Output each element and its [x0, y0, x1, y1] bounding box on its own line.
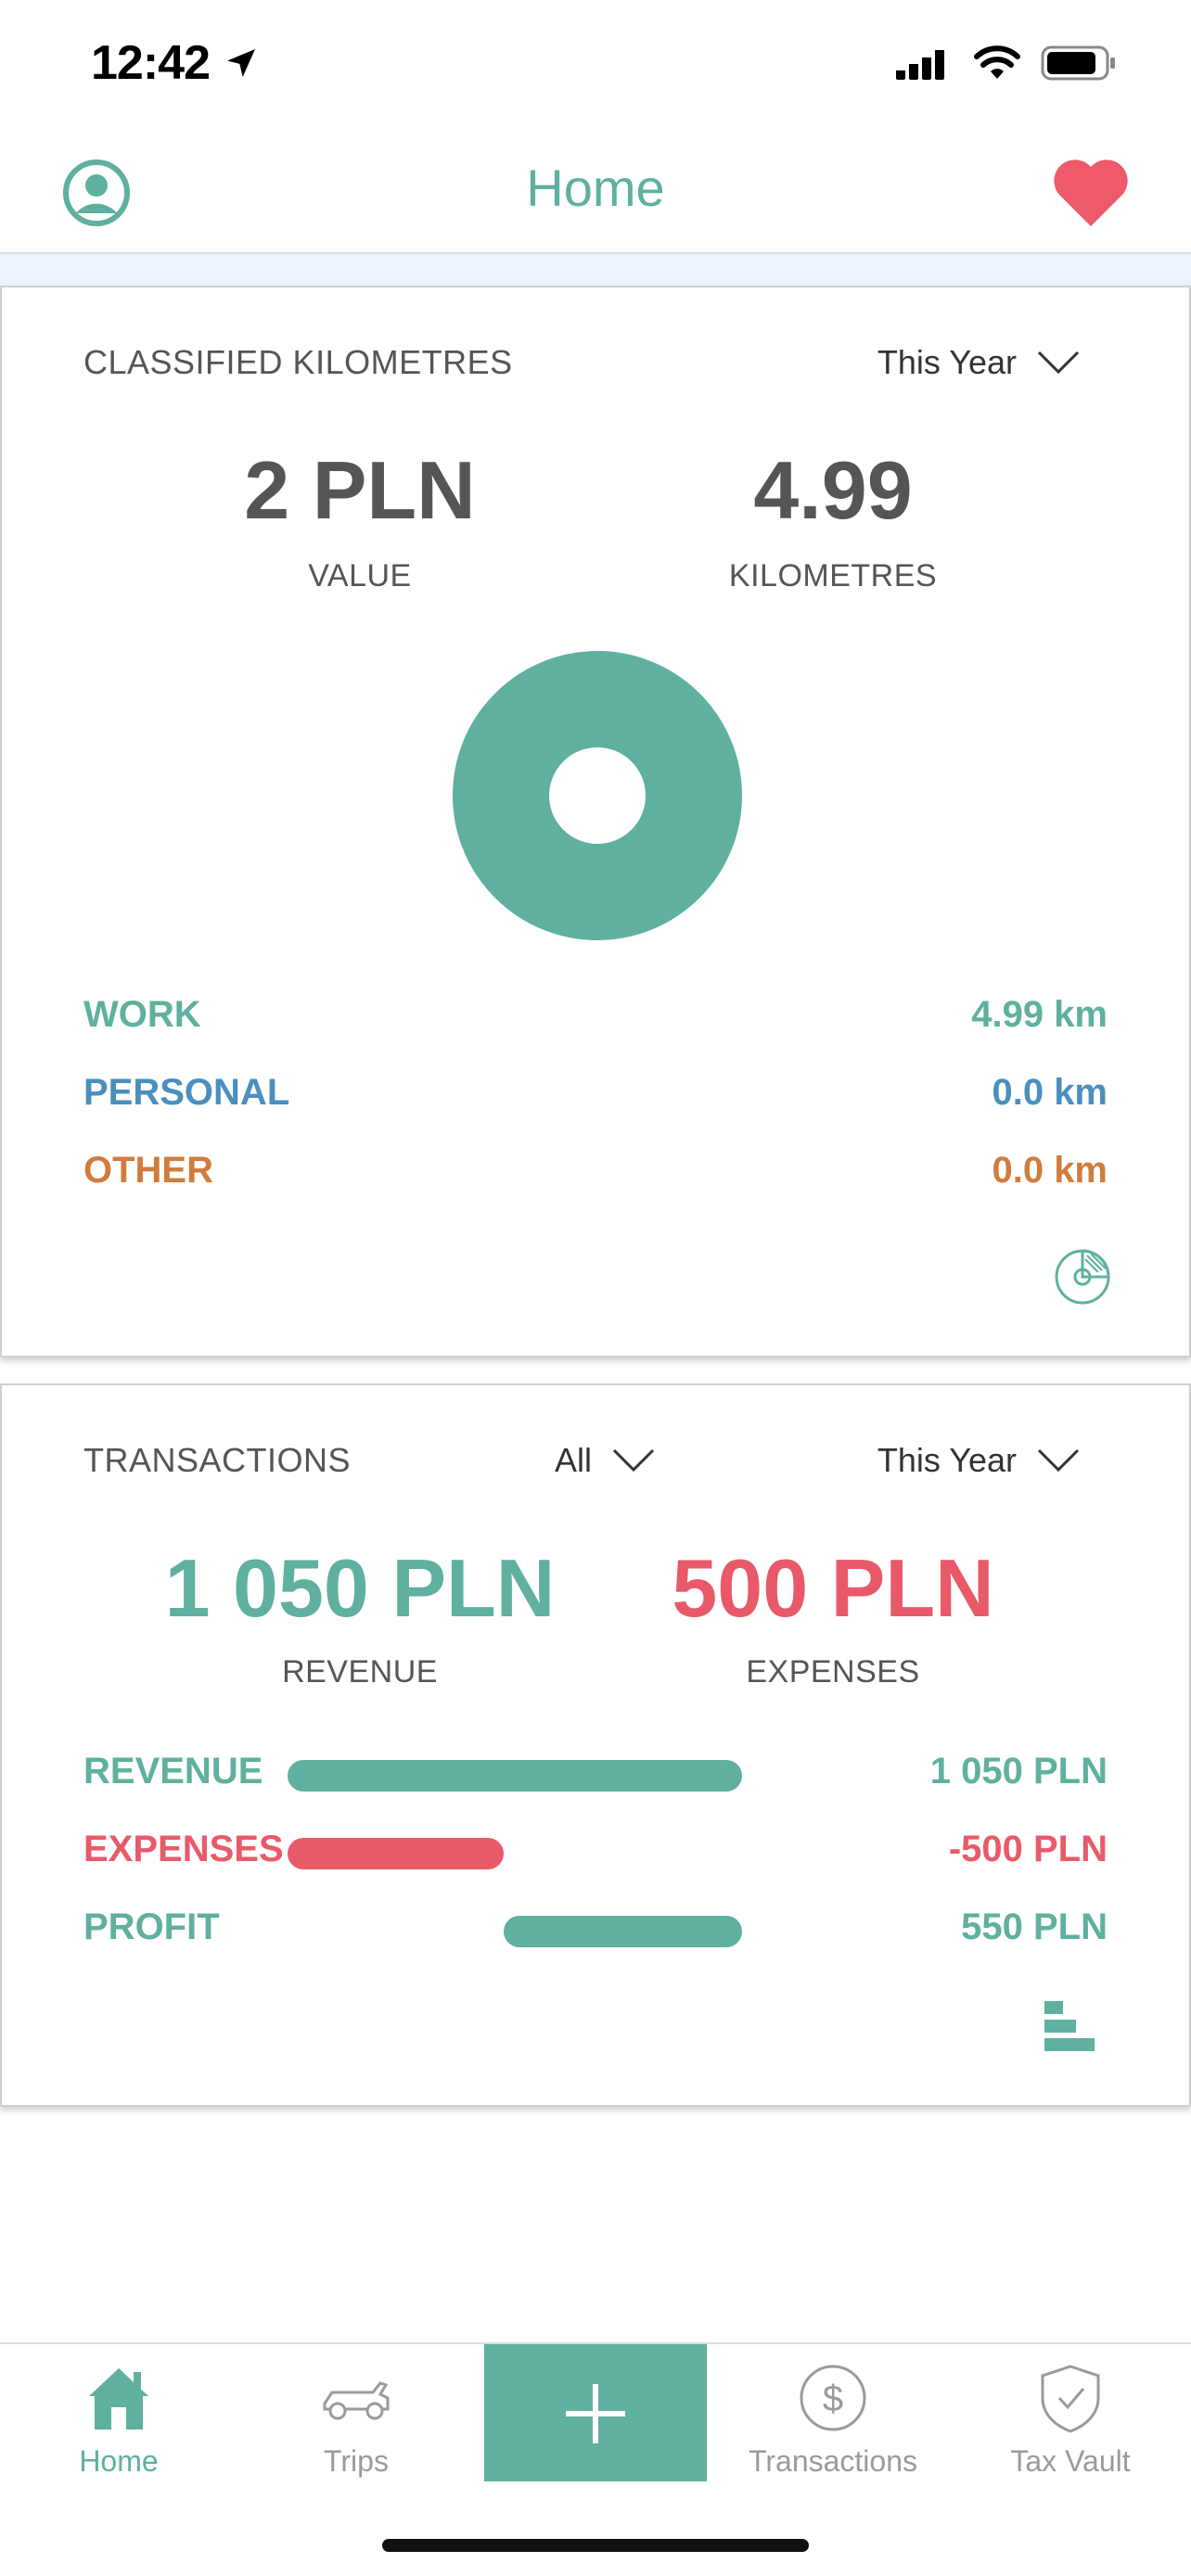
period-dropdown-label: This Year [877, 343, 1017, 381]
chevron-down-icon [1037, 351, 1080, 375]
nav-bar: Home [0, 130, 1191, 254]
home-icon [89, 2368, 148, 2429]
kilometres-caption: KILOMETRES [728, 558, 938, 593]
bar-track-revenue [288, 1760, 742, 1792]
tab-label: Transactions [749, 2444, 917, 2478]
bar-track-profit [288, 1916, 742, 1947]
bar-track-expenses [288, 1838, 742, 1869]
add-button[interactable] [484, 2344, 707, 2481]
car-icon [323, 2381, 390, 2420]
kilometres-donut-chart [453, 651, 742, 940]
tab-transactions[interactable]: $ Transactions [722, 2344, 944, 2483]
bar-revenue [288, 1760, 742, 1792]
bar-row-revenue: REVENUE 1 050 PLN [83, 1751, 1108, 1806]
period-dropdown[interactable]: This Year [877, 1441, 1080, 1480]
legend-label-work: WORK [83, 994, 201, 1035]
filter-dropdown[interactable]: All [555, 1441, 655, 1480]
legend-row-other: OTHER 0.0 km [83, 1150, 1108, 1205]
card-title: TRANSACTIONS [83, 1441, 352, 1479]
status-icons [896, 45, 1117, 82]
bar-value-revenue: 1 050 PLN [929, 1751, 1108, 1792]
tab-label: Tax Vault [1010, 2444, 1131, 2478]
card-title: CLASSIFIED KILOMETRES [83, 343, 513, 381]
period-dropdown[interactable]: This Year [877, 343, 1080, 382]
legend-value-work: 4.99 km [971, 994, 1108, 1035]
legend-value-other: 0.0 km [992, 1150, 1108, 1191]
expenses-caption: EXPENSES [746, 1654, 920, 1690]
header-divider-band [0, 254, 1191, 287]
bar-expenses [288, 1838, 505, 1869]
dollar-icon: $ [800, 2365, 866, 2431]
bar-row-profit: PROFIT 550 PLN [83, 1906, 1108, 1962]
bar-label-revenue: REVENUE [83, 1751, 263, 1792]
bar-label-expenses: EXPENSES [83, 1829, 284, 1869]
bar-value-profit: 550 PLN [961, 1906, 1108, 1947]
classified-kilometres-card: CLASSIFIED KILOMETRES This Year 2 PLN VA… [0, 286, 1191, 1358]
chevron-down-icon [612, 1448, 655, 1473]
location-arrow-icon [227, 49, 255, 77]
expenses-amount: 500 PLN [672, 1542, 994, 1634]
svg-text:$: $ [823, 2378, 843, 2419]
battery-icon [1041, 45, 1115, 81]
revenue-caption: REVENUE [282, 1654, 438, 1690]
filter-dropdown-label: All [555, 1441, 593, 1479]
page-title: Home [526, 159, 665, 217]
bar-row-expenses: EXPENSES -500 PLN [83, 1829, 1108, 1884]
cellular-signal-icon [896, 46, 944, 80]
revenue-amount: 1 050 PLN [164, 1542, 556, 1634]
bar-value-expenses: -500 PLN [948, 1829, 1108, 1869]
wifi-icon [974, 45, 1020, 79]
tab-trips[interactable]: Trips [245, 2344, 467, 2483]
donut-segment-work [453, 651, 742, 940]
heart-icon[interactable] [1052, 158, 1130, 228]
period-dropdown-label: This Year [877, 1441, 1017, 1479]
bar-chart-icon[interactable] [1043, 1999, 1096, 2053]
plus-icon [566, 2384, 625, 2443]
shield-check-icon [1041, 2365, 1100, 2433]
kilometres-amount: 4.99 [753, 444, 913, 536]
legend-label-personal: PERSONAL [83, 1072, 290, 1113]
tab-home[interactable]: Home [7, 2344, 230, 2483]
bar-label-profit: PROFIT [83, 1906, 220, 1947]
home-indicator [382, 2539, 809, 2552]
legend-value-personal: 0.0 km [992, 1072, 1108, 1113]
value-caption: VALUE [308, 558, 412, 593]
legend-row-personal: PERSONAL 0.0 km [83, 1072, 1108, 1128]
status-bar: 12:42 [0, 0, 1191, 130]
status-time: 12:42 [91, 36, 211, 90]
tab-label: Trips [324, 2444, 389, 2478]
bar-profit [504, 1916, 742, 1947]
legend-label-other: OTHER [83, 1150, 213, 1191]
legend-row-work: WORK 4.99 km [83, 994, 1108, 1050]
value-amount: 2 PLN [244, 444, 476, 536]
chevron-down-icon [1037, 1448, 1080, 1473]
pie-chart-icon[interactable] [1054, 1248, 1111, 1306]
tab-tax-vault[interactable]: Tax Vault [959, 2344, 1182, 2483]
tab-label: Home [79, 2444, 159, 2478]
transactions-card: TRANSACTIONS All This Year 1 050 PLN REV… [0, 1384, 1191, 2107]
